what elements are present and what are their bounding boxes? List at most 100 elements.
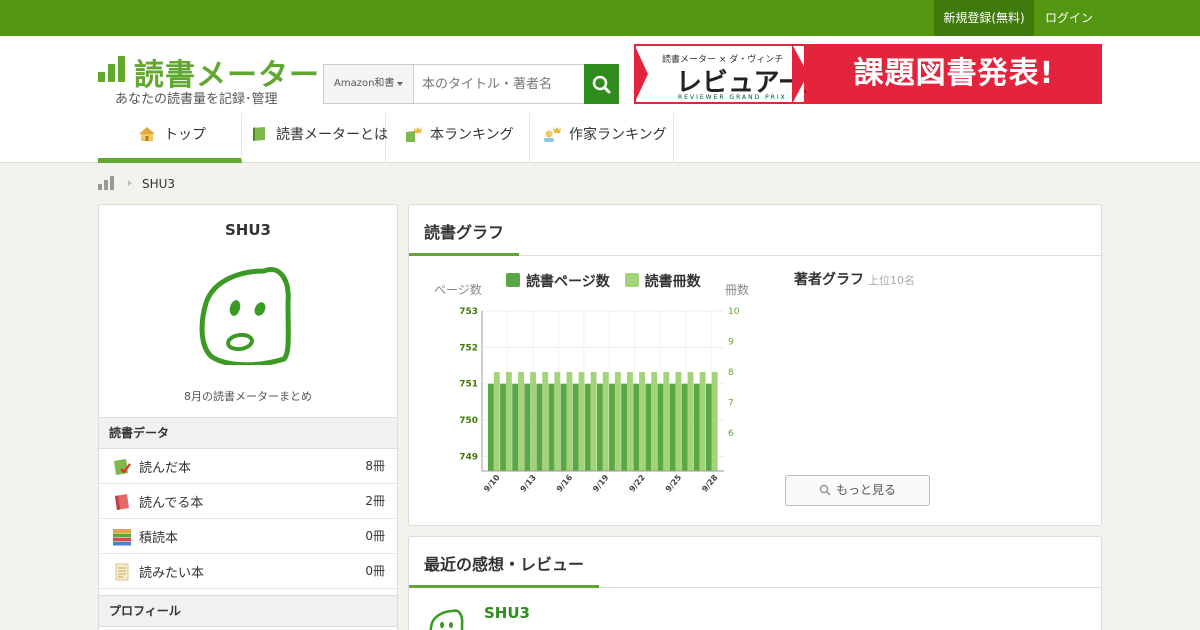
review-username[interactable]: SHU3 — [484, 604, 530, 622]
more-button[interactable]: もっと見る — [785, 475, 930, 506]
search-button[interactable] — [584, 64, 619, 104]
bar-pages[interactable] — [560, 383, 567, 471]
bar-books[interactable] — [699, 371, 706, 471]
bar-books[interactable] — [639, 371, 645, 471]
crown-person-icon — [544, 127, 561, 142]
bar-pages[interactable] — [584, 383, 591, 471]
bar-pages[interactable] — [488, 383, 494, 471]
y-tick-label: 753 — [459, 307, 478, 317]
bar-pages[interactable] — [633, 383, 640, 471]
bar-books[interactable] — [566, 371, 573, 471]
bar-pages[interactable] — [500, 383, 506, 471]
wishlist-icon — [115, 563, 129, 581]
search-form: Amazon和書 — [323, 64, 619, 104]
bar-pages[interactable] — [657, 383, 664, 471]
bar-books[interactable] — [590, 371, 597, 471]
search-category-label: Amazon和書 — [334, 78, 395, 89]
reading-data-row-read[interactable]: 読んだ本 8冊 — [99, 449, 397, 484]
bar-books[interactable] — [518, 371, 524, 471]
book-icon — [253, 127, 265, 141]
promo-banner[interactable]: 読書メーター × ダ・ヴィンチ レビュアー大賞 REVIEWER GRAND P… — [634, 44, 1102, 104]
search-category-select[interactable]: Amazon和書 — [323, 64, 414, 104]
site-header: 読書メーター あなたの読書量を記録･管理 Amazon和書 読書メーター × ダ… — [0, 36, 1200, 163]
bar-books[interactable] — [530, 371, 537, 471]
card-title-underline — [409, 585, 1101, 588]
y2-tick-label: 10 — [728, 307, 740, 317]
site-logo[interactable]: 読書メーター あなたの読書量を記録･管理 — [98, 52, 319, 108]
bar-books[interactable] — [651, 371, 658, 471]
main-nav: トップ 読書メーターとは 本ランキング 作家ランキング — [98, 113, 674, 163]
x-tick-label: 9/16 — [555, 473, 575, 494]
bar-books[interactable] — [493, 371, 500, 471]
breadcrumb-current: SHU3 — [142, 177, 176, 191]
bar-pages[interactable] — [536, 383, 543, 471]
y2-tick-label: 7 — [728, 398, 734, 408]
nav-item-book-ranking[interactable]: 本ランキング — [386, 113, 530, 163]
search-icon — [592, 75, 611, 94]
legend-item-pages[interactable]: 読書ページ数 — [506, 273, 610, 290]
site-tagline: あなたの読書量を記録･管理 — [115, 92, 278, 107]
bar-pages[interactable] — [572, 383, 579, 471]
bar-pages[interactable] — [548, 383, 555, 471]
bar-books[interactable] — [663, 371, 670, 471]
bar-books[interactable] — [505, 371, 512, 471]
breadcrumb-separator-icon — [128, 180, 132, 186]
chart-legend: 読書ページ数 読書冊数 — [506, 271, 711, 291]
bar-books[interactable] — [554, 371, 561, 471]
reading-data-count: 2冊 — [365, 494, 385, 508]
nav-item-author-ranking[interactable]: 作家ランキング — [530, 113, 674, 163]
reading-data-label: 読んだ本 — [139, 461, 192, 476]
search-input[interactable] — [413, 64, 585, 104]
login-link[interactable]: ログイン — [1034, 0, 1104, 36]
bar-pages[interactable] — [621, 383, 628, 471]
bar-books[interactable] — [542, 371, 549, 471]
reading-book-icon — [115, 494, 129, 510]
nav-item-about[interactable]: 読書メーターとは — [242, 113, 388, 163]
bar-pages[interactable] — [512, 383, 519, 471]
reading-graph-card: 読書グラフ 読書ページ数 読書冊数 ページ数 冊数 749 750 751 752 75… — [408, 204, 1102, 526]
avatar[interactable] — [198, 263, 298, 365]
bar-pages[interactable] — [681, 383, 688, 471]
reading-data-row-wishlist[interactable]: 読みたい本 0冊 — [99, 554, 397, 589]
bar-pages[interactable] — [693, 383, 700, 471]
register-link[interactable]: 新規登録(無料) — [934, 0, 1034, 36]
stacked-books-icon — [113, 529, 131, 546]
banner-left: 読書メーター × ダ・ヴィンチ レビュアー大賞 REVIEWER GRAND P… — [634, 44, 856, 104]
bar-pages[interactable] — [609, 383, 615, 471]
y2-tick-label: 6 — [728, 429, 734, 439]
bar-books[interactable] — [614, 371, 621, 471]
bar-books[interactable] — [627, 371, 633, 471]
x-tick-label: 9/22 — [627, 473, 647, 494]
breadcrumb-home-icon[interactable] — [98, 176, 116, 190]
profile-username: SHU3 — [225, 221, 271, 239]
home-icon — [139, 127, 155, 141]
banner-sub-text: REVIEWER GRAND PRIX — [678, 94, 787, 101]
bar-books[interactable] — [578, 371, 585, 471]
profile-card: SHU3 8月の読書メーターまとめ 読書データ 読んだ本 8冊 読んでる本 2冊… — [98, 204, 398, 630]
caret-down-icon — [397, 82, 403, 86]
bar-pages[interactable] — [596, 383, 603, 471]
bar-books[interactable] — [687, 371, 694, 471]
y2-tick-label: 8 — [728, 368, 734, 378]
author-graph-note: 上位10名 — [868, 274, 915, 287]
bar-pages[interactable] — [645, 383, 652, 471]
bar-pages[interactable] — [524, 383, 531, 471]
legend-item-books[interactable]: 読書冊数 — [624, 273, 701, 290]
reading-data-label: 積読本 — [139, 531, 179, 546]
bar-pages[interactable] — [705, 383, 712, 471]
nav-label-top: トップ — [164, 127, 206, 143]
review-avatar[interactable] — [429, 607, 465, 630]
profile-header: プロフィール — [99, 595, 397, 627]
y-tick-label: 752 — [459, 343, 478, 353]
reading-data-row-tsundoku[interactable]: 積読本 0冊 — [99, 519, 397, 554]
nav-item-top[interactable]: トップ — [98, 113, 242, 163]
reading-data-row-reading[interactable]: 読んでる本 2冊 — [99, 484, 397, 519]
bar-books[interactable] — [711, 371, 718, 471]
search-icon — [819, 484, 831, 496]
monthly-summary-link[interactable]: 8月の読書メーターまとめ — [99, 388, 397, 404]
x-tick-label: 9/19 — [591, 473, 611, 494]
bar-pages[interactable] — [669, 383, 676, 471]
bar-books[interactable] — [602, 371, 609, 471]
reading-data-count: 8冊 — [365, 459, 385, 473]
bar-books[interactable] — [675, 371, 682, 471]
